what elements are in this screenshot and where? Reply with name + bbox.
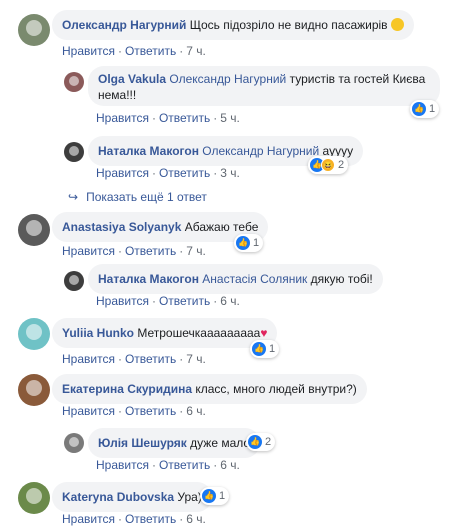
comment-text: класс, много людей внутри?) [195, 382, 357, 396]
comment-author[interactable]: Юлія Шешуряк [98, 436, 187, 450]
show-more-replies-link[interactable]: ↪ Показать ещё 1 ответ [68, 190, 207, 204]
reaction-count: 1 [219, 490, 226, 502]
reply-link[interactable]: Ответить [125, 404, 176, 418]
like-link[interactable]: Нравится [96, 458, 149, 472]
comment-bubble: Yuliia Hunko Метрошечкааааааааа♥ [52, 318, 278, 348]
avatar[interactable] [64, 433, 84, 453]
comment-text: Метрошечкааааааааа [137, 326, 261, 340]
reply-link[interactable]: Ответить [125, 244, 176, 258]
comment-author[interactable]: Екатерина Скуридина [62, 382, 192, 396]
comment-text: Ура) [177, 490, 202, 504]
comment-time[interactable]: 6 ч. [186, 404, 206, 418]
heart-emoji-icon: ♥ [260, 326, 268, 340]
avatar[interactable] [64, 72, 84, 92]
comment-time[interactable]: 7 ч. [186, 244, 206, 258]
comment-actions: Нравится · Ответить · 6 ч. [62, 512, 206, 526]
comment-bubble: Olga Vakula Олександр Нагурний туристів … [88, 66, 440, 106]
comment-bubble: Юлія Шешуряк дуже мало [88, 428, 261, 458]
comment-actions: Нравится · Ответить · 7 ч. [62, 244, 206, 258]
like-reaction-icon: 👍 [412, 102, 426, 116]
haha-reaction-icon: 😆 [321, 158, 335, 172]
comment-actions: Нравится · Ответить · 3 ч. [96, 166, 240, 180]
reaction-summary[interactable]: 👍 2 [246, 433, 276, 451]
like-reaction-icon: 👍 [202, 489, 216, 503]
comment-actions: Нравится · Ответить · 5 ч. [96, 111, 240, 125]
reaction-count: 1 [253, 237, 260, 249]
like-link[interactable]: Нравится [62, 44, 115, 58]
reply-arrow-icon: ↪ [68, 190, 79, 204]
avatar[interactable] [64, 271, 84, 291]
reaction-count: 1 [269, 343, 276, 355]
comment-time[interactable]: 3 ч. [220, 166, 240, 180]
reply-link[interactable]: Ответить [125, 512, 176, 526]
comment-author[interactable]: Наталка Макогон [98, 272, 199, 286]
comment-bubble: Наталка Макогон Анастасія Соляник дякую … [88, 264, 383, 294]
comment-time[interactable]: 5 ч. [220, 111, 240, 125]
reaction-summary[interactable]: 👍 😆 2 [308, 156, 349, 174]
reaction-count: 2 [265, 436, 272, 448]
comment-actions: Нравится · Ответить · 6 ч. [96, 294, 240, 308]
like-reaction-icon: 👍 [252, 342, 266, 356]
comment-bubble: Kateryna Dubovska Ура) [52, 482, 212, 512]
comment-time[interactable]: 7 ч. [186, 352, 206, 366]
comment-time[interactable]: 6 ч. [186, 512, 206, 526]
mention-link[interactable]: Олександр Нагурний [169, 72, 286, 86]
comment-actions: Нравится · Ответить · 6 ч. [96, 458, 240, 472]
reply-link[interactable]: Ответить [159, 458, 210, 472]
comment-actions: Нравится · Ответить · 7 ч. [62, 352, 206, 366]
comment-bubble: Олександр Нагурний Щось підозріло не вид… [52, 10, 414, 40]
like-link[interactable]: Нравится [96, 294, 149, 308]
reaction-summary[interactable]: 👍 1 [410, 100, 440, 118]
comment-actions: Нравится · Ответить · 7 ч. [62, 44, 206, 58]
comment-author[interactable]: Yuliia Hunko [62, 326, 134, 340]
comment-author[interactable]: Olga Vakula [98, 72, 166, 86]
reply-link[interactable]: Ответить [159, 294, 210, 308]
comment-time[interactable]: 6 ч. [220, 294, 240, 308]
like-link[interactable]: Нравится [96, 111, 149, 125]
mention-link[interactable]: Анастасія Соляник [202, 272, 307, 286]
comment-author[interactable]: Kateryna Dubovska [62, 490, 174, 504]
reply-link[interactable]: Ответить [159, 166, 210, 180]
show-more-label: Показать ещё 1 ответ [86, 190, 207, 204]
reaction-summary[interactable]: 👍 1 [234, 234, 264, 252]
reply-link[interactable]: Ответить [125, 352, 176, 366]
comment-time[interactable]: 7 ч. [186, 44, 206, 58]
avatar[interactable] [18, 318, 50, 350]
avatar[interactable] [18, 14, 50, 46]
avatar[interactable] [18, 214, 50, 246]
reply-link[interactable]: Ответить [159, 111, 210, 125]
like-link[interactable]: Нравится [62, 352, 115, 366]
comment-text: Абажаю тебе [184, 220, 259, 234]
comment-bubble: Екатерина Скуридина класс, много людей в… [52, 374, 367, 404]
reaction-summary[interactable]: 👍 1 [200, 487, 230, 505]
mention-link[interactable]: Олександр Нагурний [202, 144, 319, 158]
reaction-count: 2 [338, 159, 345, 171]
comment-author[interactable]: Anastasiya Solyanyk [62, 220, 181, 234]
reply-link[interactable]: Ответить [125, 44, 176, 58]
avatar[interactable] [18, 374, 50, 406]
comment-time[interactable]: 6 ч. [220, 458, 240, 472]
reaction-summary[interactable]: 👍 1 [250, 340, 280, 358]
like-link[interactable]: Нравится [62, 512, 115, 526]
comment-author[interactable]: Олександр Нагурний [62, 18, 186, 32]
comment-author[interactable]: Наталка Макогон [98, 144, 199, 158]
avatar[interactable] [18, 482, 50, 514]
like-link[interactable]: Нравится [96, 166, 149, 180]
like-link[interactable]: Нравится [62, 244, 115, 258]
comment-actions: Нравится · Ответить · 6 ч. [62, 404, 206, 418]
like-reaction-icon: 👍 [236, 236, 250, 250]
smile-emoji-icon [390, 18, 404, 31]
avatar[interactable] [64, 142, 84, 162]
comment-text: дуже мало [190, 436, 251, 450]
comment-text: Щось підозріло не видно пасажирів [189, 18, 388, 32]
like-reaction-icon: 👍 [248, 435, 262, 449]
comment-text: дякую тобі! [310, 272, 373, 286]
like-link[interactable]: Нравится [62, 404, 115, 418]
reaction-count: 1 [429, 103, 436, 115]
